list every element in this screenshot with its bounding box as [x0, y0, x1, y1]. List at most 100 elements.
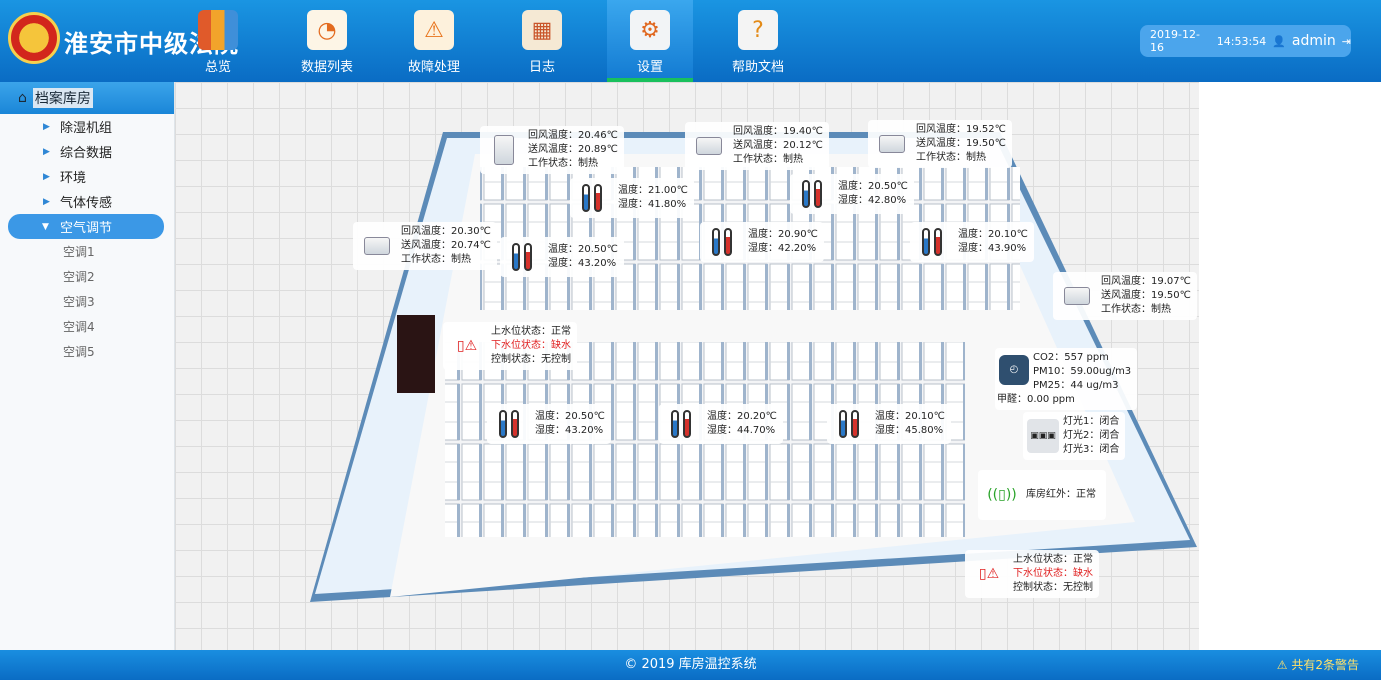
card-line: 回风温度：20.30℃ [401, 226, 491, 237]
card-line: 湿度：43.90% [958, 243, 1027, 254]
nav-settings[interactable]: ⚙ 设置 [607, 0, 693, 82]
thermometer-icon [704, 225, 744, 259]
water-level-card-2[interactable]: ▯⚠ 上水位状态：正常 下水位状态：缺水 控制状态：无控制 [965, 550, 1099, 598]
sidebar-sub-ac4[interactable]: 空调4 [0, 314, 174, 339]
sidebar: ⌂ 档案库房 ▶ 除湿机组 ▶ 综合数据 ▶ 环境 ▶ 气体传感 ▼ 空气调节 空调1 空… [0, 82, 175, 650]
gear-icon: ⚙ [630, 10, 670, 50]
card-line: 湿度：43.20% [548, 258, 617, 269]
water-sensor-warning-icon: ▯⚠ [978, 566, 1000, 582]
ac-status-card-4[interactable]: 回风温度：20.30℃ 送风温度：20.74℃ 工作状态：制热 [353, 222, 497, 270]
card-line: PM25：44 ug/m3 [1033, 380, 1119, 391]
help-doc-icon: ? [738, 10, 778, 50]
temp-humidity-card-2[interactable]: 温度：20.50℃ 湿度：42.80% [790, 174, 914, 214]
temp-humidity-card-8[interactable]: 温度：20.10℃ 湿度：45.80% [827, 404, 951, 444]
books-icon [198, 10, 238, 50]
card-line: 灯光3：闭合 [1063, 444, 1120, 455]
sidebar-item-composite-data[interactable]: ▶ 综合数据 [0, 139, 174, 164]
sidebar-root[interactable]: ⌂ 档案库房 [0, 82, 174, 114]
user-icon: 👤 [1272, 34, 1286, 48]
ac-status-card-5[interactable]: 回风温度：19.07℃ 送风温度：19.50℃ 工作状态：制热 [1053, 272, 1197, 320]
sidebar-item-gas-sensor[interactable]: ▶ 气体传感 [0, 189, 174, 214]
thermometer-icon [504, 240, 544, 274]
time-text: 14:53:54 [1216, 34, 1267, 48]
card-line: 工作状态：制热 [916, 152, 986, 163]
card-line: 湿度：45.80% [875, 425, 944, 436]
card-line: CO2：557 ppm [1033, 352, 1109, 363]
warehouse-3d-view: 回风温度：20.46℃ 送风温度：20.89℃ 工作状态：制热 回风温度：19.40… [175, 82, 1199, 650]
sidebar-item-environment[interactable]: ▶ 环境 [0, 164, 174, 189]
ac-status-card-1[interactable]: 回风温度：20.46℃ 送风温度：20.89℃ 工作状态：制热 [480, 126, 624, 174]
card-line: 温度：20.50℃ [838, 181, 908, 192]
card-line: 温度：20.90℃ [748, 229, 818, 240]
sidebar-sub-ac3[interactable]: 空调3 [0, 289, 174, 314]
card-line: 送风温度：20.89℃ [528, 144, 618, 155]
card-line: 湿度：41.80% [618, 199, 687, 210]
temp-humidity-card-6[interactable]: 温度：20.50℃ 湿度：43.20% [487, 404, 611, 444]
ac-status-card-2[interactable]: 回风温度：19.40℃ 送风温度：20.12℃ 工作状态：制热 [685, 122, 829, 170]
copyright-text: © 2019 库房温控系统 [624, 657, 757, 672]
fault-warning-icon: ⚠ [414, 10, 454, 50]
sidebar-sub-ac5[interactable]: 空调5 [0, 339, 174, 364]
light-status-card[interactable]: ▣▣▣ 灯光1：闭合 灯光2：闭合 灯光3：闭合 [1023, 412, 1126, 460]
gas-sensor-card[interactable]: ◴ CO2：557 ppm PM10：59.00ug/m3 PM25：44 ug… [995, 348, 1138, 410]
card-line: 回风温度：19.40℃ [733, 126, 823, 137]
air-conditioner-icon [689, 129, 729, 163]
card-line: 回风温度：19.07℃ [1101, 276, 1191, 287]
thermometer-icon [574, 181, 614, 215]
nav-data-list[interactable]: ◔ 数据列表 [284, 0, 370, 82]
caret-right-icon: ▶ [43, 146, 50, 157]
card-line: 湿度：43.20% [535, 425, 604, 436]
ac-status-card-3[interactable]: 回风温度：19.52℃ 送风温度：19.50℃ 工作状态：制热 [868, 120, 1012, 168]
card-line: 温度：20.10℃ [958, 229, 1028, 240]
card-line: 回风温度：20.46℃ [528, 130, 618, 141]
caret-right-icon: ▶ [43, 196, 50, 207]
infrared-status-card[interactable]: ((▯)) 库房红外：正常 [978, 470, 1106, 520]
infrared-sensor-icon: ((▯)) [987, 487, 1017, 503]
water-level-card-1[interactable]: ▯⚠ 上水位状态：正常 下水位状态：缺水 控制状态：无控制 [443, 322, 577, 370]
card-line: PM10：59.00ug/m3 [1033, 366, 1132, 377]
sidebar-item-dehumidifier[interactable]: ▶ 除湿机组 [0, 114, 174, 139]
temp-humidity-card-4[interactable]: 温度：20.90℃ 湿度：42.20% [700, 222, 824, 262]
username: admin [1291, 33, 1336, 49]
card-line: 工作状态：制热 [528, 158, 598, 169]
card-line: 灯光1：闭合 [1063, 416, 1120, 427]
logout-icon[interactable]: ⇥ [1342, 35, 1351, 48]
warning-count[interactable]: ⚠ 共有2条警告 [1277, 650, 1359, 680]
thermometer-icon [663, 407, 703, 441]
nav-overview[interactable]: 总览 [175, 0, 261, 82]
air-conditioner-icon [1057, 279, 1097, 313]
sidebar-sub-ac1[interactable]: 空调1 [0, 239, 174, 264]
temp-humidity-card-7[interactable]: 温度：20.20℃ 湿度：44.70% [659, 404, 783, 444]
nav-help[interactable]: ? 帮助文档 [715, 0, 801, 82]
footer: © 2019 库房温控系统 ⚠ 共有2条警告 [0, 650, 1381, 680]
caret-down-icon: ▼ [42, 221, 49, 232]
card-line: 灯光2：闭合 [1063, 430, 1120, 441]
temp-humidity-card-5[interactable]: 温度：20.10℃ 湿度：43.90% [910, 222, 1034, 262]
thermometer-icon [831, 407, 871, 441]
card-line: 工作状态：制热 [733, 154, 803, 165]
card-line: 送风温度：20.12℃ [733, 140, 823, 151]
card-line: 下水位状态：缺水 [1013, 568, 1093, 579]
air-conditioner-icon [357, 229, 397, 263]
sidebar-sub-ac2[interactable]: 空调2 [0, 264, 174, 289]
calendar-icon: ▦ [522, 10, 562, 50]
card-line: 温度：20.10℃ [875, 411, 945, 422]
court-emblem-logo [8, 12, 60, 64]
card-line: 送风温度：19.50℃ [916, 138, 1006, 149]
temp-humidity-card-1[interactable]: 温度：21.00℃ 湿度：41.80% [570, 178, 694, 218]
thermometer-icon [794, 177, 834, 211]
card-line: 送风温度：19.50℃ [1101, 290, 1191, 301]
gauge-icon: ◴ [999, 355, 1029, 385]
card-line: 甲醛：0.00 ppm [997, 394, 1075, 405]
nav-fault[interactable]: ⚠ 故障处理 [391, 0, 477, 82]
card-line: 温度：21.00℃ [618, 185, 688, 196]
thermometer-icon [914, 225, 954, 259]
nav-log[interactable]: ▦ 日志 [499, 0, 585, 82]
data-list-icon: ◔ [307, 10, 347, 50]
card-line: 温度：20.50℃ [535, 411, 605, 422]
water-sensor-warning-icon: ▯⚠ [456, 338, 478, 354]
temp-humidity-card-3[interactable]: 温度：20.50℃ 湿度：43.20% [500, 237, 624, 277]
sidebar-item-air-conditioning[interactable]: ▼ 空气调节 [8, 214, 164, 239]
card-line: 送风温度：20.74℃ [401, 240, 491, 251]
light-switch-panel-icon: ▣▣▣ [1027, 419, 1059, 453]
